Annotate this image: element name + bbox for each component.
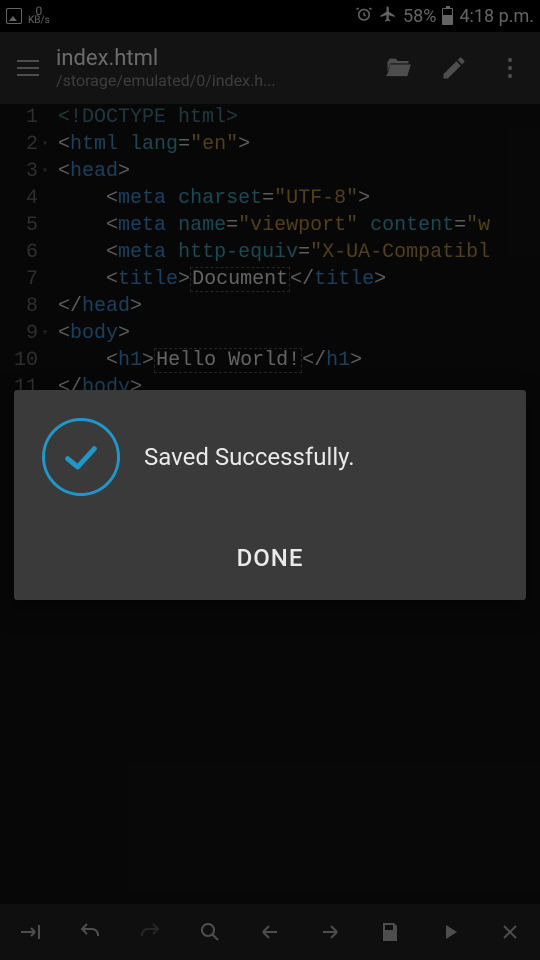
success-check-icon [42,418,120,496]
dialog-message: Saved Successfully. [144,443,355,471]
saved-dialog: Saved Successfully. DONE [14,390,526,600]
done-button[interactable]: DONE [14,520,526,596]
